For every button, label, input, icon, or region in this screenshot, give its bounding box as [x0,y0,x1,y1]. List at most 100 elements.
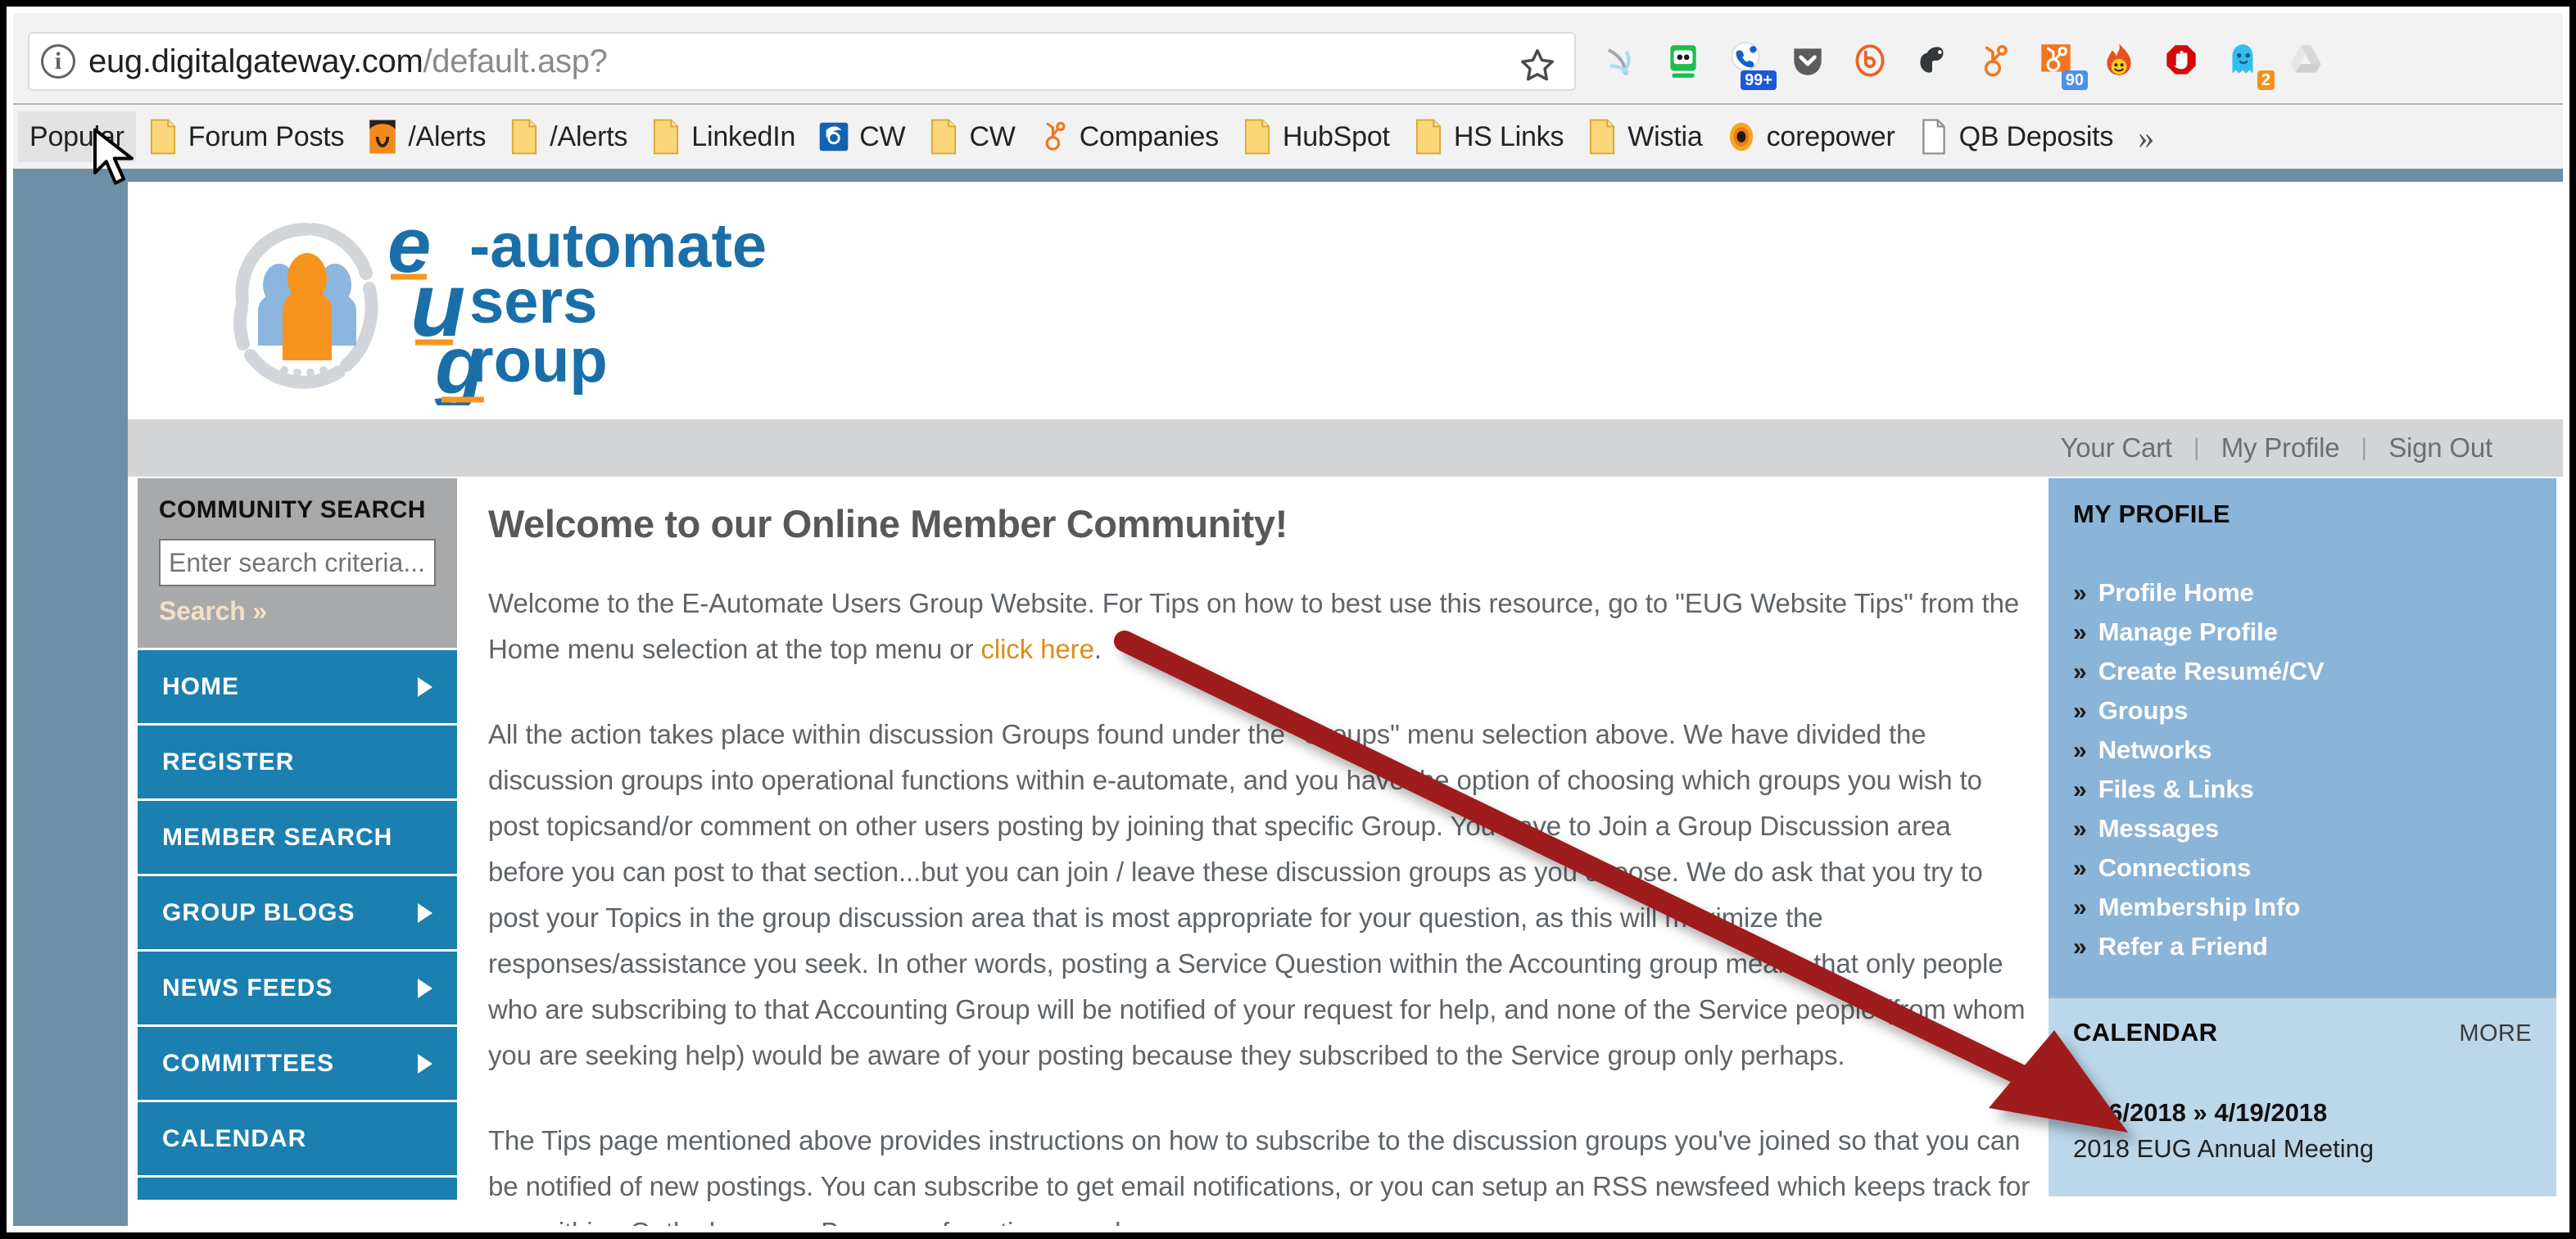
calendar-title: CALENDAR [2073,1018,2218,1047]
bookmark-label: CW [859,120,906,152]
evernote-webclipper-extension-icon[interactable] [1660,38,1706,84]
bookmark-cw-folder[interactable]: CW [917,111,1026,162]
my-profile-link[interactable]: My Profile [2200,432,2361,463]
bookmark-forum-posts[interactable]: Forum Posts [136,111,356,162]
browser-window: i eug.digitalgateway.com/default.asp? 99… [0,0,2576,1239]
bookmark-star-icon[interactable] [1519,47,1556,84]
bookmark-alerts-folder[interactable]: /Alerts [497,111,639,162]
bookmark-alerts-orange[interactable]: /Alerts [355,111,497,162]
profile-link-connections[interactable]: » Connections [2073,853,2532,883]
sidebar-item-label: COMMITTEES [162,1049,334,1077]
info-icon[interactable]: i [41,44,75,79]
click-here-link[interactable]: click here [980,634,1093,664]
bookmark-label: HS Links [1453,120,1564,152]
calendar-more-link[interactable]: MORE [2459,1020,2532,1047]
google-drive-extension-icon[interactable] [2283,38,2329,84]
profile-link-label: Files & Links [2098,775,2254,803]
chevron-icon: » [2073,894,2087,921]
url-path: /default.asp? [423,43,608,79]
chevron-right-icon [418,1053,432,1074]
profile-link-messages[interactable]: » Messages [2073,814,2532,843]
sidebar-item-member-search[interactable]: MEMBER SEARCH [138,798,457,874]
bookmarks-bar: Popular Forum Posts /Alerts /Alerts Link… [13,105,2563,169]
chevron-icon: » [2073,934,2087,961]
chevron-icon: » [2073,737,2087,764]
ghostery-extension-icon[interactable]: 2 [2221,38,2275,90]
sidebar-item-committees[interactable]: COMMITTEES [138,1024,457,1100]
utility-nav: Your Cart | My Profile | Sign Out [128,419,2563,477]
bookmark-linkedin[interactable]: LinkedIn [639,111,807,162]
chevron-right-icon [418,676,432,697]
page-title: Welcome to our Online Member Community! [488,502,1288,545]
intro-text-after: . [1093,634,1102,664]
your-cart-link[interactable]: Your Cart [2040,432,2193,463]
my-profile-title: MY PROFILE [2073,500,2230,528]
bookmark-companies[interactable]: Companies [1027,111,1230,162]
bookmark-hubspot[interactable]: HubSpot [1230,111,1401,162]
sidebar-item-calendar[interactable]: CALENDAR [138,1100,457,1175]
grammarly-extension-icon[interactable] [1598,38,1644,84]
community-search-title: COMMUNITY SEARCH [159,496,426,523]
chevron-icon: » [2073,816,2087,843]
profile-link-networks[interactable]: » Networks [2073,735,2532,765]
profile-link-label: Connections [2098,853,2252,882]
bookmark-label: /Alerts [550,120,628,152]
connectwise-icon [819,122,849,151]
profile-link-refer-a-friend[interactable]: » Refer a Friend [2073,932,2532,961]
bookmark-label: HubSpot [1282,120,1390,152]
profile-link-membership-info[interactable]: » Membership Info [2073,893,2532,922]
hubspot-crm-extension-icon[interactable]: 90 [2034,38,2088,90]
profile-link-files-and-links[interactable]: » Files & Links [2073,775,2532,804]
folder-icon [1415,119,1441,155]
bookmark-wistia[interactable]: Wistia [1575,111,1714,162]
ghostery-badge: 2 [2257,70,2275,90]
sidebar-item-news-feeds[interactable]: NEWS FEEDS [138,949,457,1024]
sidebar-bottom-strip [138,1175,457,1200]
bookmark-label: LinkedIn [691,120,796,152]
sidebar-item-group-blogs[interactable]: GROUP BLOGS [138,874,457,949]
chevron-right-icon [418,902,432,923]
extension-toolbar: 99+ 90 2 [1598,25,2558,97]
eug-logo[interactable]: e u g -automate sers roup [165,197,885,405]
evernote-elephant-extension-icon[interactable] [1909,38,1955,84]
chevron-icon: » [2073,855,2087,882]
sidebar-item-label: REGISTER [162,748,295,776]
ringcentral-badge: 99+ [1741,70,1777,90]
sidebar-item-home[interactable]: HOME [138,648,457,723]
profile-link-groups[interactable]: » Groups [2073,696,2532,726]
ringcentral-extension-icon[interactable]: 99+ [1723,38,1777,90]
bitly-extension-icon[interactable] [1847,38,1893,84]
bookmark-label: corepower [1766,120,1895,152]
main-row: COMMUNITY SEARCH Search » HOME REGISTER … [128,477,2563,1226]
profile-link-create-resume[interactable]: » Create Resumé/CV [2073,657,2532,686]
pocket-extension-icon[interactable] [1785,38,1831,84]
bookmark-qb-deposits[interactable]: QB Deposits [1907,111,2126,162]
calendar-panel: CALENDAR MORE 4/16/2018 » 4/19/2018 2018… [2049,996,2556,1196]
groups-paragraph: All the action takes place within discus… [488,719,2026,1070]
calendar-header: CALENDAR MORE [2073,1018,2532,1047]
sidebar-item-label: GROUP BLOGS [162,898,355,926]
adblock-extension-icon[interactable] [2158,38,2204,84]
svg-text:roup: roup [469,326,608,396]
profile-link-profile-home[interactable]: » Profile Home [2073,578,2532,608]
hubspot-sales-extension-icon[interactable] [1972,38,2017,84]
bookmark-corepower[interactable]: corepower [1714,111,1907,162]
bookmark-cw-app[interactable]: CW [807,111,917,162]
document-icon [1922,119,1945,155]
bookmark-popular[interactable]: Popular [18,111,136,162]
calendar-event[interactable]: 4/16/2018 » 4/19/2018 2018 EUG Annual Me… [2073,1098,2532,1164]
sign-out-link[interactable]: Sign Out [2367,432,2514,463]
profile-link-manage-profile[interactable]: » Manage Profile [2073,617,2532,647]
hotjar-extension-icon[interactable] [2096,38,2142,84]
address-bar[interactable]: i eug.digitalgateway.com/default.asp? [28,32,1576,91]
bookmarks-overflow-button[interactable]: » [2125,118,2167,156]
search-input[interactable] [159,539,436,586]
chevron-icon: » [2073,658,2087,685]
bookmark-hs-links[interactable]: HS Links [1401,111,1575,162]
search-submit-link[interactable]: Search » [159,596,436,626]
right-sidebar: MY PROFILE » Profile Home » Manage Profi… [2049,478,2556,1226]
sidebar-item-register[interactable]: REGISTER [138,723,457,798]
folder-icon [150,119,175,155]
calendar-event-name[interactable]: 2018 EUG Annual Meeting [2073,1134,2532,1164]
profile-link-label: Networks [2098,735,2212,764]
